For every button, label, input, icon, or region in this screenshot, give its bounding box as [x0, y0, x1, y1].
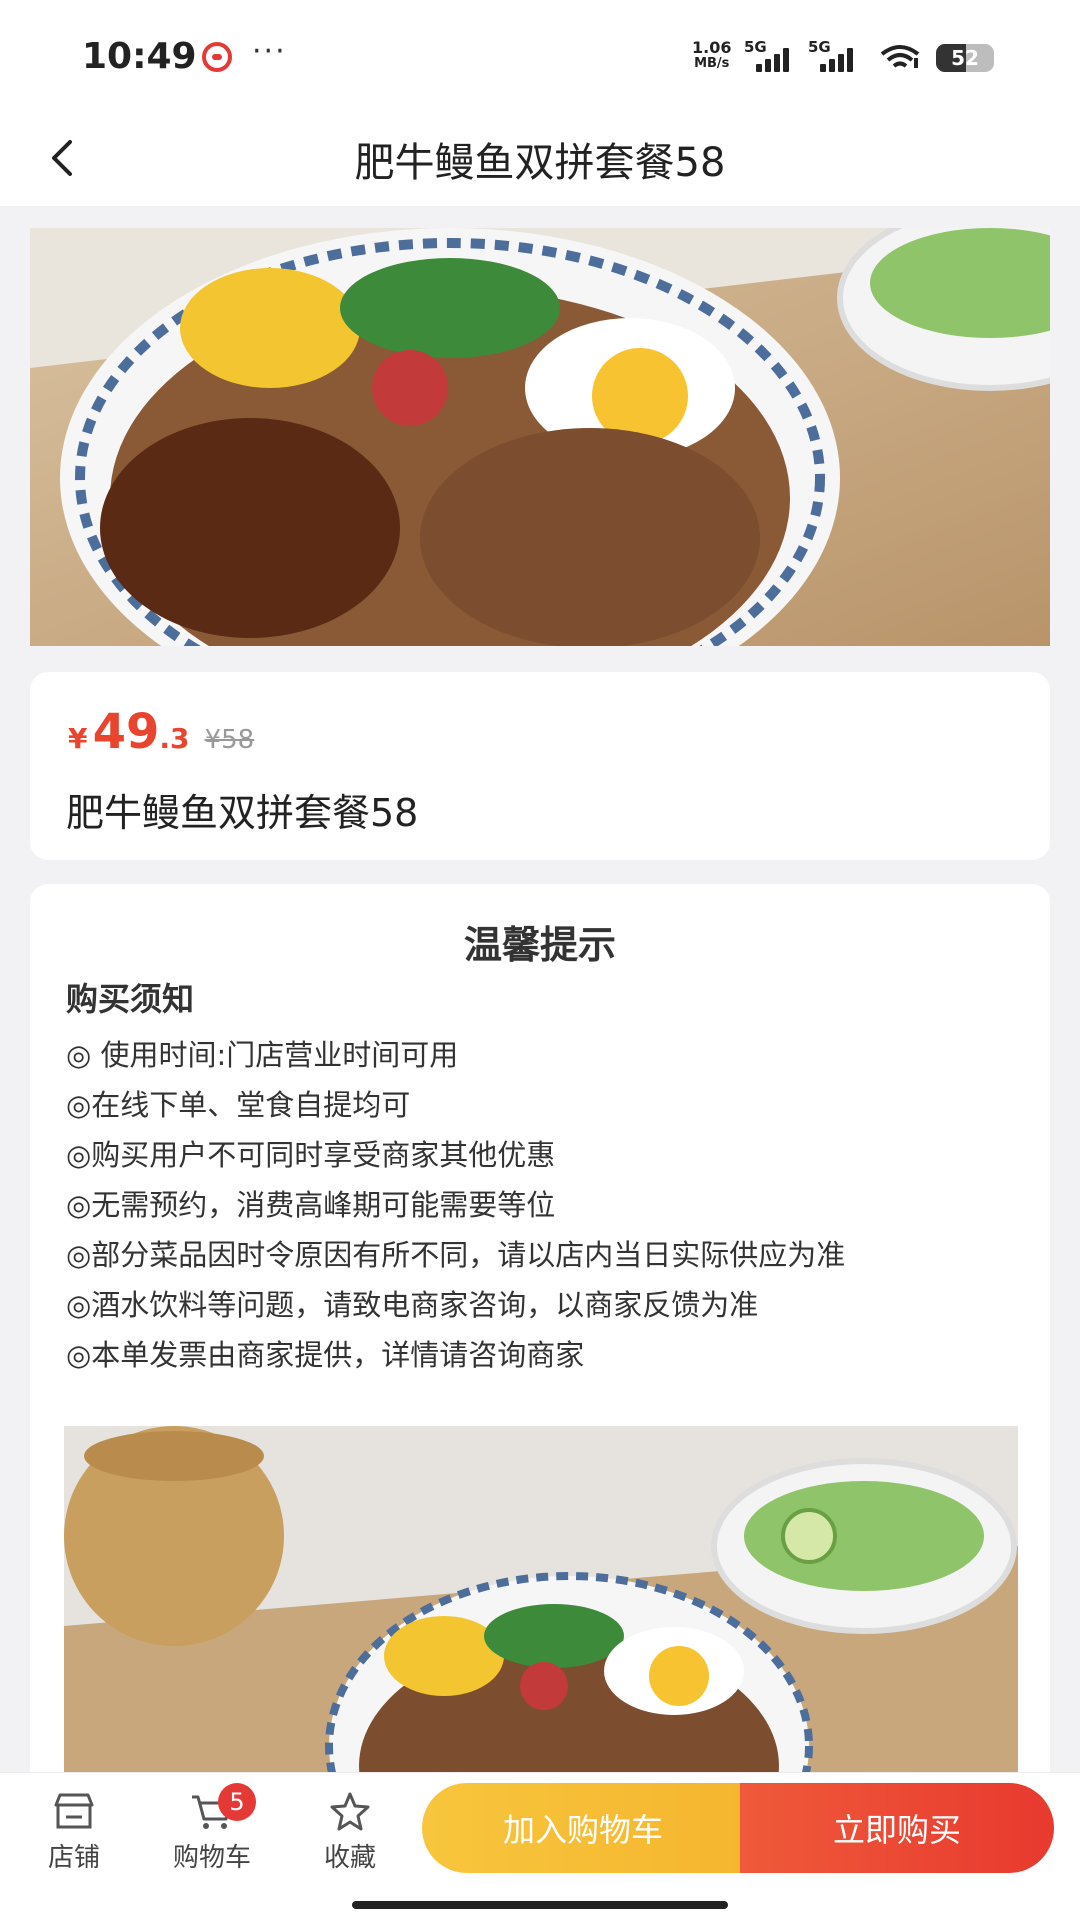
cart-label: 购物车	[172, 1843, 251, 1873]
bottom-action-bar: 店铺 5 购物车 收藏 加入购物车 立即购买	[0, 1772, 1080, 1920]
add-to-cart-button[interactable]: 加入购物车	[422, 1783, 744, 1873]
battery-icon: 52	[936, 44, 994, 72]
notice-item: ◎无需预约，消费高峰期可能需要等位	[66, 1188, 556, 1222]
signal-icon-sim2	[820, 48, 856, 72]
home-indicator[interactable]	[352, 1901, 728, 1909]
status-time: 10:49	[82, 36, 197, 77]
app-notification-icon	[202, 42, 232, 72]
notice-item: ◎在线下单、堂食自提均可	[66, 1088, 411, 1122]
notice-item: ◎购买用户不可同时享受商家其他优惠	[66, 1138, 556, 1172]
cart-count-badge: 5	[218, 1783, 256, 1821]
network-speed-value: 1.06	[692, 38, 732, 57]
store-tab[interactable]: 店铺	[14, 1791, 134, 1874]
nav-bar: 肥牛鳗鱼双拼套餐58	[0, 110, 1080, 206]
price-integer: 49	[92, 704, 160, 760]
original-price: ¥58	[204, 725, 255, 755]
tips-card: 温馨提示 购买须知 ◎ 使用时间:门店营业时间可用 ◎在线下单、堂食自提均可 ◎…	[30, 884, 1050, 1920]
tips-title: 温馨提示	[463, 923, 616, 967]
price: ¥ 49.3 ¥58	[68, 704, 254, 760]
product-info-card: ¥ 49.3 ¥58 肥牛鳗鱼双拼套餐58	[30, 672, 1050, 860]
price-currency: ¥	[68, 722, 88, 755]
price-decimal: .3	[159, 722, 190, 755]
favorite-label: 收藏	[323, 1843, 376, 1873]
star-icon	[330, 1792, 370, 1831]
wifi-icon	[880, 45, 920, 68]
store-label: 店铺	[47, 1843, 100, 1873]
notice-item: ◎ 使用时间:门店营业时间可用	[66, 1038, 459, 1072]
cart-tab[interactable]: 5 购物车	[152, 1783, 272, 1874]
product-name: 肥牛鳗鱼双拼套餐58	[66, 791, 419, 835]
purchase-notice-heading: 购买须知	[66, 980, 195, 1018]
more-notifications-icon: ···	[252, 34, 287, 69]
notice-item: ◎本单发票由商家提供，详情请咨询商家	[66, 1338, 585, 1372]
network-speed-unit: MB/s	[694, 56, 730, 71]
network-speed: 1.06 MB/s	[692, 40, 731, 72]
product-detail-image	[64, 1426, 1018, 1806]
favorite-tab[interactable]: 收藏	[290, 1791, 410, 1874]
status-bar: 10:49 ··· 1.06 MB/s 5G 5G 52	[0, 0, 1080, 110]
product-hero-image	[30, 228, 1050, 646]
battery-percent: 52	[951, 46, 979, 70]
page-title: 肥牛鳗鱼双拼套餐58	[354, 140, 726, 186]
purchase-notice-list: ◎ 使用时间:门店营业时间可用 ◎在线下单、堂食自提均可 ◎购买用户不可同时享受…	[66, 1030, 1026, 1380]
notice-item: ◎部分菜品因时令原因有所不同，请以店内当日实际供应为准	[66, 1238, 846, 1272]
store-icon	[54, 1793, 94, 1829]
buy-now-button[interactable]: 立即购买	[740, 1783, 1054, 1873]
notice-item: ◎酒水饮料等问题，请致电商家咨询，以商家反馈为准	[66, 1288, 759, 1322]
signal-icon-sim1	[756, 48, 792, 72]
